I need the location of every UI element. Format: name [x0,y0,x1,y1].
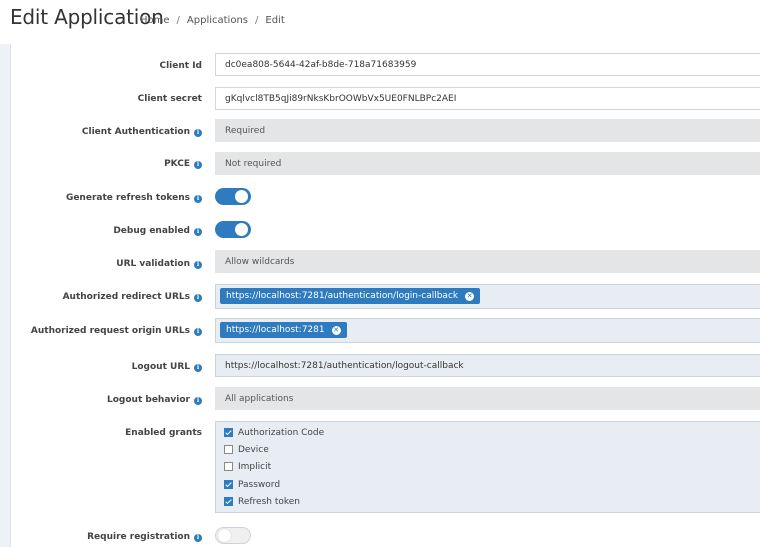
logout-behavior-label: Logout behavior i [2,395,202,405]
authorized-redirect-urls-label: Authorized redirect URLs i [2,292,202,302]
origin-url-chip[interactable]: https://localhost:7281 ✕ [220,322,347,338]
checkbox-unchecked[interactable] [224,445,233,454]
client-secret-label-text: Client secret [137,94,202,104]
logout-behavior-select[interactable]: All applications [215,387,760,410]
authorized-redirect-urls-input[interactable]: https://localhost:7281/authentication/lo… [215,284,760,309]
url-validation-label: URL validation i [2,259,202,269]
toggle-knob [235,223,248,236]
toggle-knob [235,190,248,203]
checkbox-checked[interactable] [224,428,233,437]
page-header: Edit Application Home / Applications / Edit [0,0,760,44]
require-registration-label: Require registration i [2,532,202,542]
grant-label: Implicit [238,462,272,472]
close-circle-icon[interactable]: ✕ [331,326,341,335]
info-icon[interactable]: i [194,161,202,169]
client-id-input[interactable]: dc0ea808-5644-42af-b8de-718a71683959 [215,53,760,76]
grant-implicit[interactable]: Implicit [224,462,271,472]
pkce-label-text: PKCE [164,159,190,169]
close-circle-icon[interactable]: ✕ [465,292,475,301]
require-registration-label-text: Require registration [87,532,190,542]
logout-url-input[interactable]: https://localhost:7281/authentication/lo… [215,354,760,377]
breadcrumb-home[interactable]: Home [140,15,170,26]
client-id-label-text: Client Id [159,61,202,71]
grant-label: Device [238,445,269,455]
info-icon[interactable]: i [194,195,202,203]
generate-refresh-tokens-label-text: Generate refresh tokens [65,193,190,203]
checkbox-checked[interactable] [224,480,233,489]
debug-enabled-label-text: Debug enabled [113,226,190,236]
url-validation-label-text: URL validation [116,259,190,269]
generate-refresh-tokens-toggle[interactable] [215,188,251,205]
info-icon[interactable]: i [194,364,202,372]
require-registration-toggle[interactable] [215,527,251,544]
info-icon[interactable]: i [194,129,202,137]
generate-refresh-tokens-label: Generate refresh tokens i [2,193,202,203]
redirect-url-chip-text: https://localhost:7281/authentication/lo… [226,291,459,301]
breadcrumb-separator: / [255,15,259,26]
logout-url-label-text: Logout URL [131,362,190,372]
grant-refresh-token[interactable]: Refresh token [224,497,300,507]
debug-enabled-toggle[interactable] [215,221,251,238]
authorized-request-origin-urls-label-text: Authorized request origin URLs [30,326,190,336]
logout-url-label: Logout URL i [2,362,202,372]
client-authentication-label-text: Client Authentication [81,127,190,137]
checkbox-checked[interactable] [224,497,233,506]
debug-enabled-label: Debug enabled i [2,226,202,236]
breadcrumb: Home / Applications / Edit [140,15,285,26]
info-icon[interactable]: i [194,228,202,236]
logout-behavior-label-text: Logout behavior [107,395,190,405]
breadcrumb-current: Edit [265,15,285,26]
info-icon[interactable]: i [194,397,202,405]
url-validation-select[interactable]: Allow wildcards [215,250,760,273]
edit-application-form: Client Id dc0ea808-5644-42af-b8de-718a71… [11,44,760,547]
authorized-request-origin-urls-label: Authorized request origin URLs i [2,326,202,336]
pkce-select[interactable]: Not required [215,152,760,175]
grant-device[interactable]: Device [224,445,269,455]
redirect-url-chip[interactable]: https://localhost:7281/authentication/lo… [220,288,481,304]
enabled-grants-group: Authorization Code Device Implicit Passw… [215,421,760,513]
toggle-knob [218,529,231,542]
grant-password[interactable]: Password [224,480,280,490]
grant-label: Authorization Code [238,428,325,438]
info-icon[interactable]: i [194,534,202,542]
authorized-redirect-urls-label-text: Authorized redirect URLs [62,292,190,302]
authorized-request-origin-urls-input[interactable]: https://localhost:7281 ✕ [215,318,760,343]
info-icon[interactable]: i [194,328,202,336]
client-id-label: Client Id [2,61,202,71]
breadcrumb-applications[interactable]: Applications [187,15,248,26]
client-authentication-select[interactable]: Required [215,119,760,142]
breadcrumb-separator: / [176,15,180,26]
info-icon[interactable]: i [194,294,202,302]
origin-url-chip-text: https://localhost:7281 [226,325,325,335]
enabled-grants-label-text: Enabled grants [125,428,202,438]
grant-label: Refresh token [238,497,301,507]
enabled-grants-label: Enabled grants [2,428,202,438]
client-secret-label: Client secret [2,94,202,104]
info-icon[interactable]: i [194,261,202,269]
client-authentication-label: Client Authentication i [2,127,202,137]
grant-authorization-code[interactable]: Authorization Code [224,428,324,438]
client-secret-input[interactable]: gKqlvcl8TB5qJi89rNksKbrOOWbVx5UE0FNLBPc2… [215,87,760,110]
pkce-label: PKCE i [2,159,202,169]
checkbox-unchecked[interactable] [224,462,233,471]
grant-label: Password [238,480,281,490]
